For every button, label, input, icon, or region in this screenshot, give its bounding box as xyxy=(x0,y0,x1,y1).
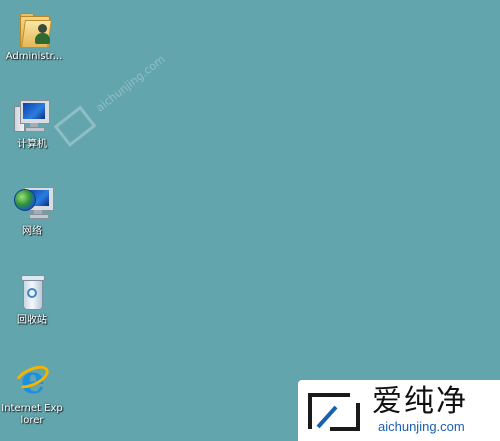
user-folder-icon xyxy=(14,8,54,48)
site-logo-url: aichunjing.com xyxy=(378,419,465,434)
desktop-icon-administrator[interactable]: Administr... xyxy=(2,8,66,63)
desktop-icon-internet-explorer[interactable]: e Internet Explorer xyxy=(0,360,64,427)
desktop-icon-label: Internet Explorer xyxy=(1,403,63,426)
site-logo-title: 爱纯净 xyxy=(372,384,468,419)
watermark-text: aichunjing.com xyxy=(93,52,168,115)
desktop-icon-recycle-bin[interactable]: 回收站 xyxy=(0,272,64,327)
desktop-icon-label: Administr... xyxy=(5,51,63,62)
computer-icon xyxy=(12,96,52,136)
watermark: aichunjing.com xyxy=(53,47,172,147)
desktop-icon-computer[interactable]: 计算机 xyxy=(0,96,64,151)
internet-explorer-icon: e xyxy=(11,360,53,400)
recycle-bin-icon xyxy=(12,272,52,312)
network-icon xyxy=(12,183,54,223)
site-logo-badge: 爱纯净 aichunjing.com xyxy=(298,380,500,441)
site-logo-icon xyxy=(308,393,360,431)
desktop-icon-label: 网络 xyxy=(22,226,42,237)
desktop-icon-label: 回收站 xyxy=(17,315,47,326)
desktop[interactable]: Administr... 计算机 网络 回收站 e Internet Explo… xyxy=(0,0,500,441)
desktop-icon-label: 计算机 xyxy=(17,139,47,150)
desktop-icon-network[interactable]: 网络 xyxy=(0,183,64,238)
